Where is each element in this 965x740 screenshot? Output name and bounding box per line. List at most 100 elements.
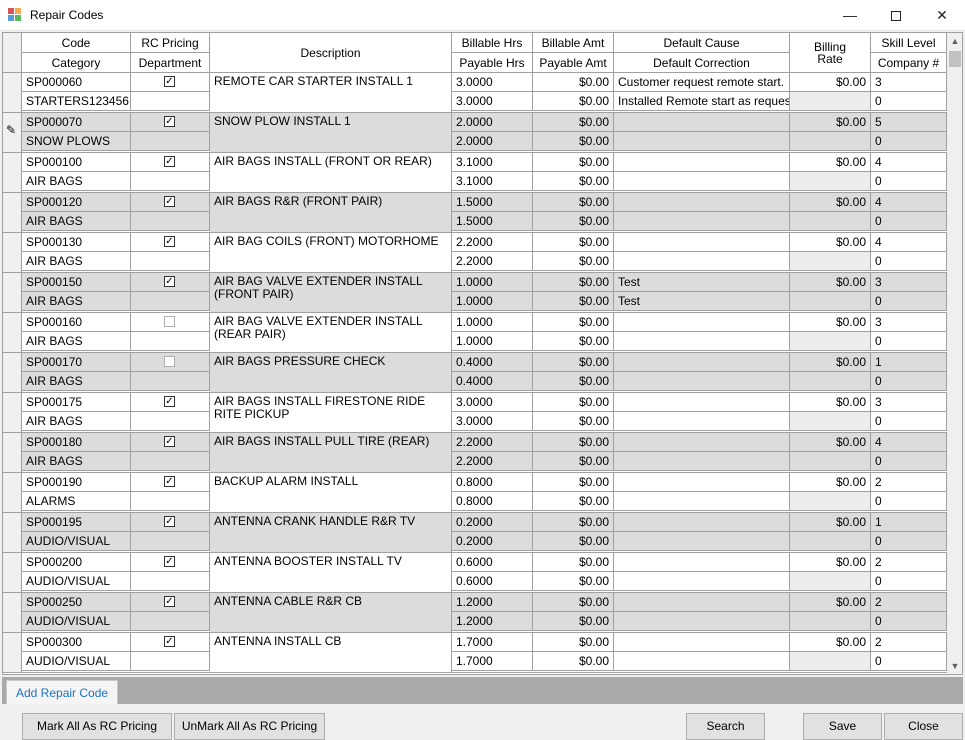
category-cell[interactable]: STARTERS123456 — [22, 92, 131, 111]
rc-pricing-checkbox[interactable]: ✓ — [164, 556, 175, 567]
category-cell[interactable]: AUDIO/VISUAL — [22, 612, 131, 631]
code-cell[interactable]: SP000130 — [22, 233, 131, 252]
department-cell[interactable] — [131, 332, 210, 351]
billable-hrs-cell[interactable]: 1.2000 — [452, 593, 533, 612]
billable-hrs-cell[interactable]: 0.2000 — [452, 513, 533, 532]
payable-hrs-cell[interactable]: 2.2000 — [452, 452, 533, 471]
table-row[interactable]: SP000170 AIR BAGS AIR BAGS PRESSURE CHECK 0… — [3, 353, 947, 393]
default-correction-cell[interactable] — [614, 172, 790, 191]
skill-level-cell[interactable]: 4 — [871, 233, 947, 252]
table-row[interactable]: SP000190 ALARMS ✓ BACKUP ALARM INSTALL 0.800… — [3, 473, 947, 513]
billable-hrs-cell[interactable]: 1.0000 — [452, 273, 533, 292]
company-cell[interactable]: 0 — [871, 612, 947, 631]
description-cell[interactable]: BACKUP ALARM INSTALL — [210, 473, 452, 512]
col-payable-amt-header[interactable]: Payable Amt — [533, 53, 614, 73]
category-cell[interactable]: AIR BAGS — [22, 452, 131, 471]
col-code-header[interactable]: Code — [22, 33, 131, 53]
rc-pricing-checkbox[interactable]: ✓ — [164, 276, 175, 287]
rc-pricing-cell[interactable]: ✓ — [131, 233, 210, 252]
code-cell[interactable]: SP000170 — [22, 353, 131, 372]
description-cell[interactable]: SNOW PLOW INSTALL 1 — [210, 113, 452, 152]
row-header[interactable] — [3, 433, 22, 472]
rc-pricing-cell[interactable]: ✓ — [131, 513, 210, 532]
default-cause-cell[interactable] — [614, 233, 790, 252]
billing-rate-cell[interactable]: $0.00 — [790, 73, 871, 92]
add-repair-code-tab[interactable]: Add Repair Code — [6, 680, 119, 704]
close-button[interactable]: Close — [884, 713, 963, 740]
row-header[interactable] — [3, 73, 22, 112]
rc-pricing-checkbox[interactable]: ✓ — [164, 596, 175, 607]
row-header[interactable] — [3, 553, 22, 592]
code-cell[interactable]: SP000100 — [22, 153, 131, 172]
billing-rate-cell[interactable]: $0.00 — [790, 433, 871, 452]
skill-level-cell[interactable]: 5 — [871, 113, 947, 132]
code-cell[interactable]: SP000060 — [22, 73, 131, 92]
billing-rate-blank-cell[interactable] — [790, 412, 871, 431]
billable-hrs-cell[interactable]: 2.2000 — [452, 233, 533, 252]
department-cell[interactable] — [131, 452, 210, 471]
payable-amt-cell[interactable]: $0.00 — [533, 252, 614, 271]
department-cell[interactable] — [131, 532, 210, 551]
company-cell[interactable]: 0 — [871, 332, 947, 351]
rc-pricing-cell[interactable]: ✓ — [131, 193, 210, 212]
billing-rate-blank-cell[interactable] — [790, 572, 871, 591]
row-header[interactable] — [3, 233, 22, 272]
skill-level-cell[interactable]: 3 — [871, 393, 947, 412]
row-header[interactable]: ✎ — [3, 113, 22, 152]
rc-pricing-checkbox[interactable]: ✓ — [164, 236, 175, 247]
default-cause-cell[interactable]: Customer request remote start. — [614, 73, 790, 92]
default-cause-cell[interactable] — [614, 313, 790, 332]
payable-amt-cell[interactable]: $0.00 — [533, 332, 614, 351]
rc-pricing-checkbox[interactable] — [164, 316, 175, 327]
billable-amt-cell[interactable]: $0.00 — [533, 273, 614, 292]
billing-rate-cell[interactable]: $0.00 — [790, 233, 871, 252]
description-cell[interactable]: AIR BAGS INSTALL (FRONT OR REAR) — [210, 153, 452, 192]
code-cell[interactable]: SP000195 — [22, 513, 131, 532]
rc-pricing-checkbox[interactable]: ✓ — [164, 156, 175, 167]
billable-amt-cell[interactable]: $0.00 — [533, 553, 614, 572]
row-header[interactable] — [3, 393, 22, 432]
row-header[interactable] — [3, 353, 22, 392]
payable-hrs-cell[interactable]: 0.2000 — [452, 532, 533, 551]
vertical-scrollbar[interactable]: ▲ ▼ — [947, 33, 962, 674]
code-cell[interactable]: SP000070 — [22, 113, 131, 132]
code-cell[interactable]: SP000190 — [22, 473, 131, 492]
maximize-button[interactable] — [873, 0, 919, 31]
default-correction-cell[interactable] — [614, 452, 790, 471]
skill-level-cell[interactable]: 3 — [871, 273, 947, 292]
rc-pricing-cell[interactable]: ✓ — [131, 473, 210, 492]
default-correction-cell[interactable] — [614, 332, 790, 351]
department-cell[interactable] — [131, 292, 210, 311]
company-cell[interactable]: 0 — [871, 132, 947, 151]
billing-rate-blank-cell[interactable] — [790, 452, 871, 471]
category-cell[interactable]: AUDIO/VISUAL — [22, 532, 131, 551]
billing-rate-blank-cell[interactable] — [790, 252, 871, 271]
skill-level-cell[interactable]: 2 — [871, 473, 947, 492]
payable-hrs-cell[interactable]: 1.2000 — [452, 612, 533, 631]
code-cell[interactable]: SP000200 — [22, 553, 131, 572]
description-cell[interactable]: ANTENNA CRANK HANDLE R&R TV — [210, 513, 452, 552]
row-header[interactable] — [3, 153, 22, 192]
default-cause-cell[interactable] — [614, 473, 790, 492]
default-correction-cell[interactable] — [614, 412, 790, 431]
department-cell[interactable] — [131, 612, 210, 631]
rc-pricing-cell[interactable]: ✓ — [131, 73, 210, 92]
rc-pricing-checkbox[interactable]: ✓ — [164, 196, 175, 207]
description-cell[interactable]: AIR BAG COILS (FRONT) MOTORHOME — [210, 233, 452, 272]
default-cause-cell[interactable] — [614, 153, 790, 172]
default-correction-cell[interactable] — [614, 572, 790, 591]
table-row[interactable]: SP000120 AIR BAGS ✓ AIR BAGS R&R (FRONT PAI… — [3, 193, 947, 233]
department-cell[interactable] — [131, 92, 210, 111]
payable-hrs-cell[interactable]: 0.8000 — [452, 492, 533, 511]
table-row[interactable]: SP000195 AUDIO/VISUAL ✓ ANTENNA CRANK HANDL… — [3, 513, 947, 553]
save-button[interactable]: Save — [803, 713, 882, 740]
default-cause-cell[interactable] — [614, 593, 790, 612]
company-cell[interactable]: 0 — [871, 492, 947, 511]
description-cell[interactable]: REMOTE CAR STARTER INSTALL 1 — [210, 73, 452, 112]
default-correction-cell[interactable] — [614, 492, 790, 511]
row-header[interactable] — [3, 633, 22, 672]
rc-pricing-cell[interactable]: ✓ — [131, 153, 210, 172]
payable-amt-cell[interactable]: $0.00 — [533, 612, 614, 631]
billable-amt-cell[interactable]: $0.00 — [533, 113, 614, 132]
rc-pricing-checkbox[interactable]: ✓ — [164, 636, 175, 647]
